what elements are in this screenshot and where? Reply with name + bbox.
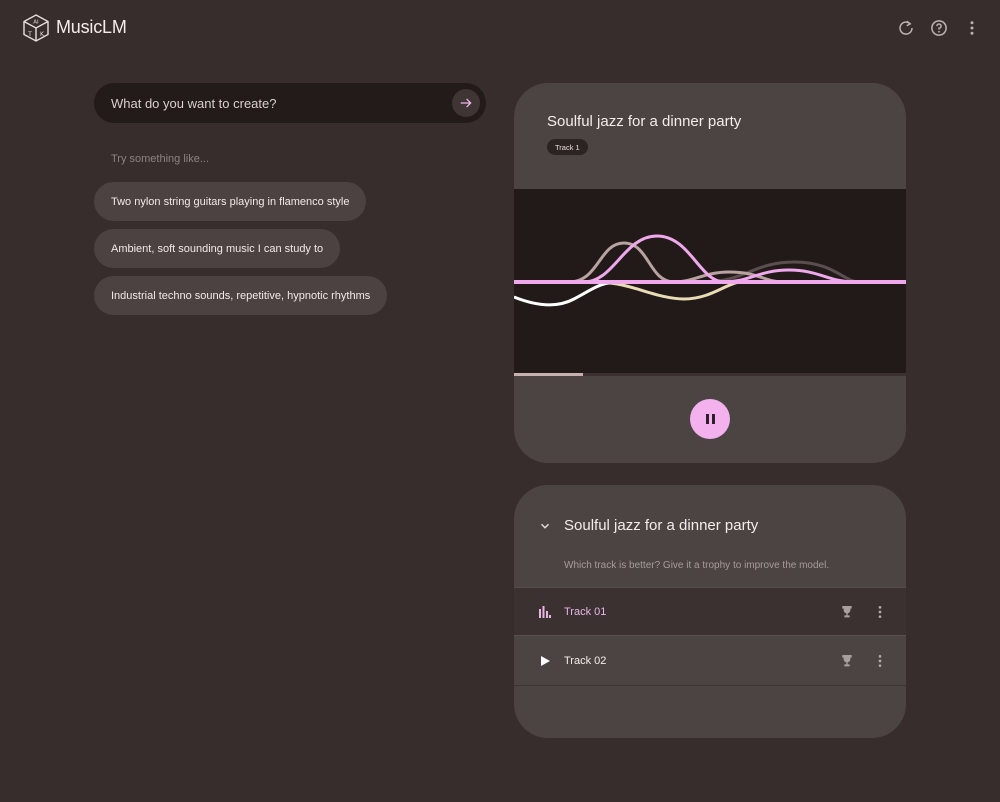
refresh-icon: [899, 20, 913, 35]
svg-text:AI: AI: [33, 20, 39, 26]
track-more-button[interactable]: [872, 653, 888, 669]
trophy-icon[interactable]: [839, 604, 855, 620]
pause-icon: [704, 414, 716, 424]
pause-button[interactable]: [690, 399, 730, 439]
chevron-down-icon[interactable]: [538, 519, 552, 533]
more-vert-icon: [970, 21, 974, 35]
track-badge: Track 1: [547, 139, 588, 155]
track-label: Track 02: [564, 655, 607, 667]
cube-logo-icon: AI T K: [23, 14, 49, 42]
prompt-input[interactable]: [111, 83, 451, 123]
suggestion-chip[interactable]: Two nylon string guitars playing in flam…: [94, 182, 367, 221]
track-more-button[interactable]: [872, 604, 888, 620]
suggestion-chip[interactable]: Industrial techno sounds, repetitive, hy…: [94, 276, 388, 315]
help-button[interactable]: [929, 18, 949, 38]
wave-baseline: [514, 280, 906, 284]
suggestions-label: Try something like...: [111, 153, 210, 165]
wave-cream: [608, 280, 740, 301]
player-title: Soulful jazz for a dinner party: [547, 113, 742, 130]
suggestion-chip[interactable]: Ambient, soft sounding music I can study…: [94, 229, 341, 268]
more-options-button[interactable]: [962, 18, 982, 38]
track-row[interactable]: Track 01: [514, 587, 906, 636]
track-row[interactable]: Track 02: [514, 637, 906, 686]
more-vert-icon: [878, 655, 882, 667]
progress-fill: [514, 373, 583, 376]
results-subtitle: Which track is better? Give it a trophy …: [564, 560, 830, 571]
wave-white: [514, 281, 610, 307]
play-icon[interactable]: [538, 654, 552, 668]
waveform-visualizer: [514, 189, 906, 376]
prompt-bar: [94, 83, 486, 123]
app-title: MusicLM: [56, 17, 127, 37]
player-card: Soulful jazz for a dinner party Track 1: [514, 83, 906, 463]
submit-prompt-button[interactable]: [452, 89, 480, 117]
top-bar: AI T K MusicLM: [0, 0, 1000, 56]
trophy-icon[interactable]: [839, 653, 855, 669]
help-circle-icon: [931, 20, 947, 36]
refresh-button[interactable]: [896, 18, 916, 38]
results-title: Soulful jazz for a dinner party: [564, 517, 759, 534]
arrow-right-icon: [460, 98, 472, 108]
results-card: Soulful jazz for a dinner party Which tr…: [514, 485, 906, 738]
more-vert-icon: [878, 605, 882, 618]
track-label: Track 01: [564, 605, 607, 618]
svg-text:T: T: [27, 31, 32, 38]
equalizer-icon: [538, 605, 552, 619]
